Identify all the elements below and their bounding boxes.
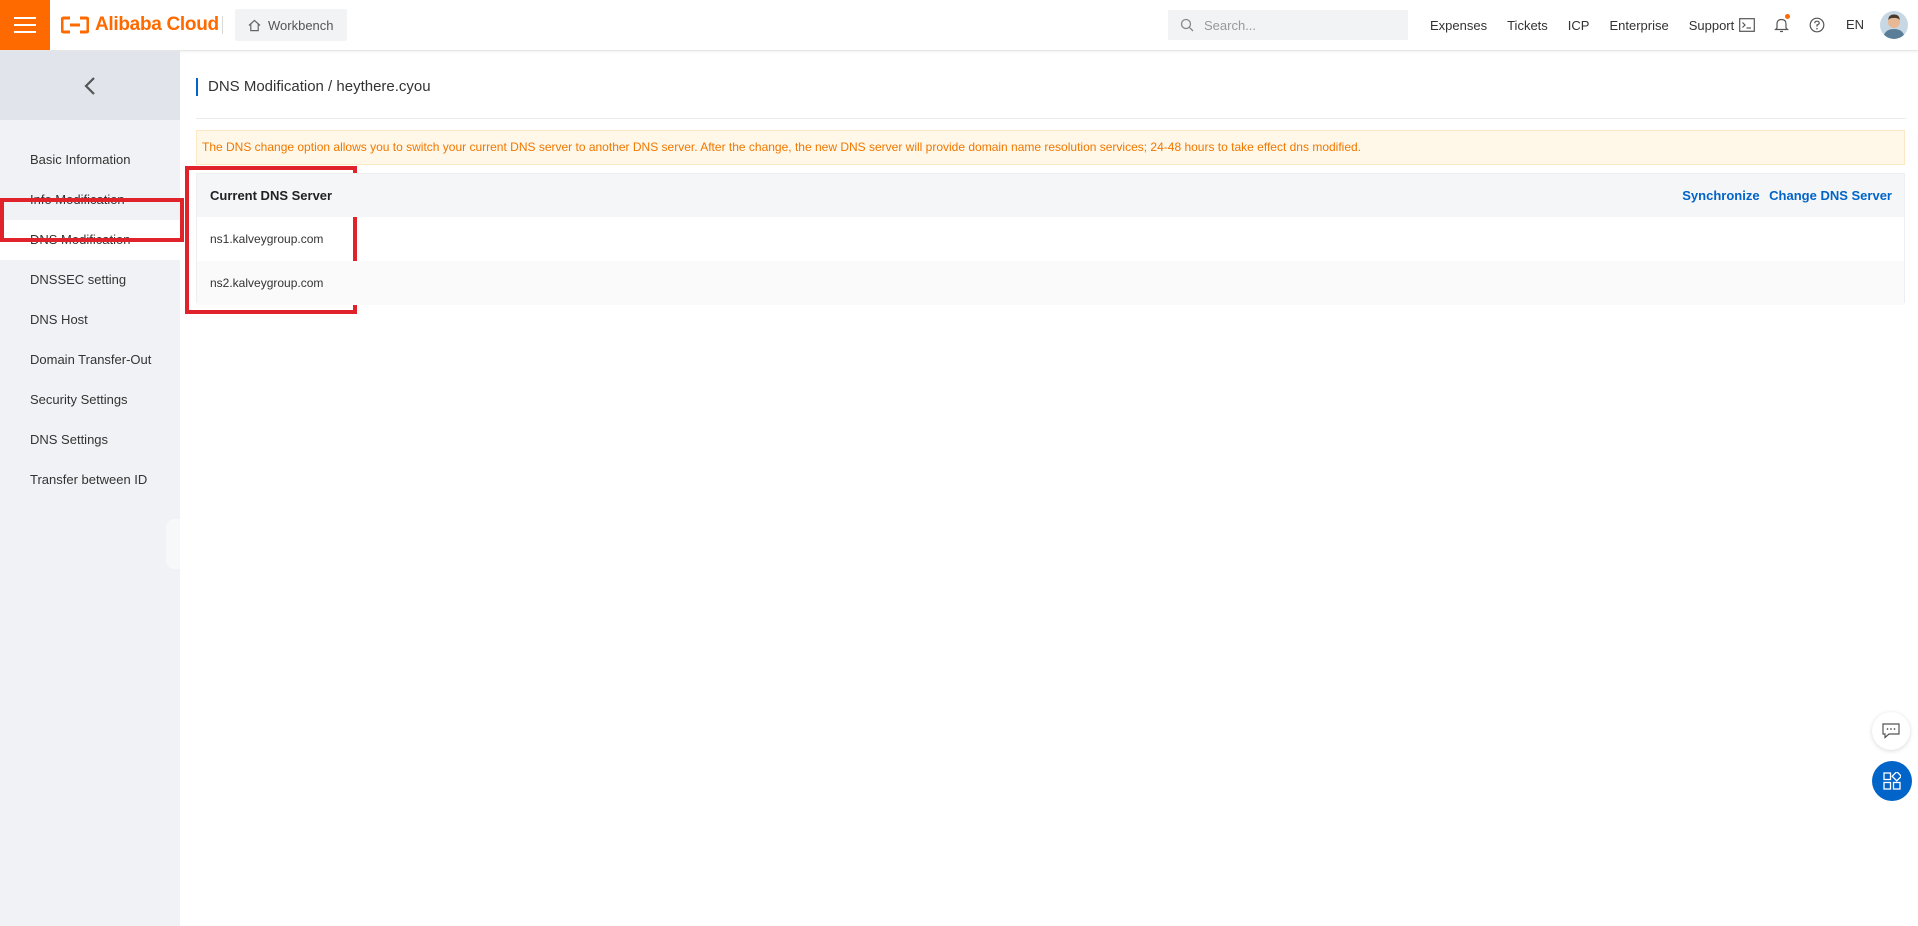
nav-link-expenses[interactable]: Expenses <box>1430 18 1487 33</box>
sidebar-resize-handle[interactable] <box>166 519 180 569</box>
alibaba-cloud-logo[interactable]: Alibaba Cloud <box>61 12 219 38</box>
alibaba-logo-icon <box>61 16 89 34</box>
header-divider <box>222 16 223 34</box>
sidebar-collapse-button[interactable] <box>0 51 180 120</box>
search-input[interactable] <box>1202 16 1396 34</box>
chat-icon <box>1882 723 1900 739</box>
terminal-button[interactable] <box>1736 14 1758 36</box>
sidebar: Basic Information Info Modification DNS … <box>0 51 180 926</box>
sidebar-item-info-modification[interactable]: Info Modification <box>0 180 180 220</box>
sidebar-item-domain-transfer-out[interactable]: Domain Transfer-Out <box>0 340 180 380</box>
logo-text: Alibaba Cloud <box>95 14 219 35</box>
sidebar-item-dns-host[interactable]: DNS Host <box>0 300 180 340</box>
quick-apps-button[interactable] <box>1872 761 1912 801</box>
nav-link-enterprise[interactable]: Enterprise <box>1609 18 1668 33</box>
sidebar-item-security-settings[interactable]: Security Settings <box>0 380 180 420</box>
notifications-button[interactable] <box>1770 14 1792 36</box>
user-avatar[interactable] <box>1880 11 1908 39</box>
terminal-icon <box>1739 18 1755 32</box>
dns-server-row: ns2.kalveygroup.com <box>197 261 1904 305</box>
search-box[interactable] <box>1168 10 1408 40</box>
apps-grid-icon <box>1883 772 1901 790</box>
bell-icon <box>1773 18 1789 33</box>
sidebar-item-basic-information[interactable]: Basic Information <box>0 140 180 180</box>
workbench-button[interactable]: Workbench <box>235 9 347 41</box>
notification-dot <box>1785 14 1790 19</box>
dns-actions: Synchronize Change DNS Server <box>1676 174 1892 217</box>
home-icon <box>248 19 261 31</box>
help-icon <box>1809 17 1825 33</box>
sidebar-item-transfer-between-id[interactable]: Transfer between ID <box>0 460 180 500</box>
sidebar-item-dns-modification[interactable]: DNS Modification <box>0 220 180 260</box>
sidebar-item-dns-settings[interactable]: DNS Settings <box>0 420 180 460</box>
nav-link-tickets[interactable]: Tickets <box>1507 18 1548 33</box>
hamburger-menu-button[interactable] <box>0 0 50 50</box>
current-dns-server-header: Current DNS Server <box>210 188 333 203</box>
dns-change-notice: The DNS change option allows you to swit… <box>196 130 1905 165</box>
sidebar-item-dnssec-setting[interactable]: DNSSEC setting <box>0 260 180 300</box>
menu-icon <box>14 17 36 33</box>
nav-link-icp[interactable]: ICP <box>1568 18 1590 33</box>
help-button[interactable] <box>1806 14 1828 36</box>
top-nav-links: Expenses Tickets ICP Enterprise Support <box>1430 0 1754 50</box>
nav-link-support[interactable]: Support <box>1689 18 1735 33</box>
title-divider <box>196 118 1906 119</box>
change-dns-server-link[interactable]: Change DNS Server <box>1769 188 1892 203</box>
chevron-left-icon <box>84 76 95 95</box>
dns-table-header: Current DNS Server Synchronize Change DN… <box>197 174 1904 217</box>
language-switcher[interactable]: EN <box>1846 17 1864 32</box>
dns-server-row: ns1.kalveygroup.com <box>210 232 324 246</box>
search-icon <box>1180 18 1194 32</box>
avatar-icon <box>1880 11 1908 39</box>
workbench-label: Workbench <box>268 17 334 33</box>
top-navigation-bar: Alibaba Cloud Workbench Expenses Tickets… <box>0 0 1918 51</box>
dns-server-table: Current DNS Server Synchronize Change DN… <box>196 173 1905 305</box>
page-title: DNS Modification / heythere.cyou <box>196 78 431 96</box>
feedback-button[interactable] <box>1872 712 1910 750</box>
synchronize-link[interactable]: Synchronize <box>1682 188 1759 203</box>
